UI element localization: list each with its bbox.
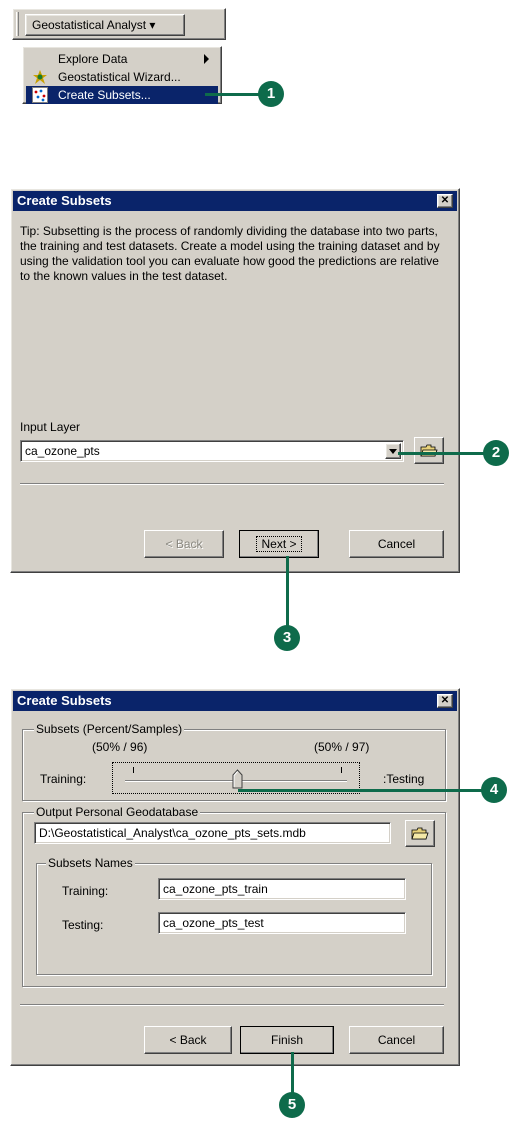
dialog-titlebar[interactable]: Create Subsets [13, 691, 457, 711]
slider-tick-left [133, 767, 134, 773]
open-folder-icon [411, 827, 429, 840]
callout-line [286, 556, 289, 628]
chevron-down-icon [389, 449, 397, 454]
slider-training-label: Training: [40, 772, 87, 786]
input-layer-combobox[interactable]: ca_ozone_pts [20, 440, 404, 462]
menu-item-label: Geostatistical Wizard... [58, 70, 181, 84]
callout-line [238, 789, 484, 792]
close-button[interactable]: ✕ [437, 694, 453, 708]
testing-percent: (50% / 97) [314, 740, 370, 754]
callout-line [291, 1052, 294, 1096]
finish-button[interactable]: Finish [240, 1026, 334, 1054]
callout-3: 3 [274, 625, 300, 651]
open-folder-icon [420, 444, 438, 457]
callout-5: 5 [279, 1092, 305, 1118]
back-button[interactable]: < Back [144, 1026, 232, 1054]
callout-line [205, 93, 260, 96]
submenu-arrow-icon [204, 54, 209, 64]
create-subsets-icon [32, 87, 48, 103]
callout-2: 2 [483, 440, 509, 466]
dialog-title: Create Subsets [17, 693, 112, 708]
next-button[interactable]: Next > [239, 530, 319, 558]
callout-line [398, 452, 486, 455]
combobox-dropdown-button[interactable] [385, 443, 401, 459]
menu-item-create-subsets[interactable]: Create Subsets... [26, 86, 218, 104]
test-name-value: ca_ozone_pts_test [163, 916, 264, 930]
back-button-label: < Back [165, 537, 203, 551]
divider [20, 1004, 444, 1006]
browse-folder-button[interactable] [414, 437, 444, 464]
close-button[interactable]: ✕ [437, 194, 453, 208]
cancel-button[interactable]: Cancel [349, 530, 444, 558]
output-path-field[interactable]: D:\Geostatistical_Analyst\ca_ozone_pts_s… [34, 822, 391, 844]
input-layer-label: Input Layer [20, 420, 81, 434]
geostatistical-analyst-menu[interactable]: Geostatistical Analyst ▾ [25, 14, 185, 36]
menu-item-geostatistical-wizard[interactable]: Geostatistical Wizard... [26, 68, 218, 86]
train-name-field[interactable]: ca_ozone_pts_train [158, 878, 406, 900]
menu-item-label: Explore Data [58, 52, 128, 66]
output-path-value: D:\Geostatistical_Analyst\ca_ozone_pts_s… [39, 826, 306, 840]
cancel-button-label: Cancel [377, 1033, 416, 1047]
train-name-value: ca_ozone_pts_train [163, 882, 268, 896]
browse-output-button[interactable] [405, 820, 435, 847]
close-icon: ✕ [440, 695, 450, 706]
cancel-button[interactable]: Cancel [349, 1026, 444, 1054]
divider [20, 483, 444, 485]
test-name-field[interactable]: ca_ozone_pts_test [158, 912, 406, 934]
dialog-title: Create Subsets [17, 193, 112, 208]
train-name-label: Training: [62, 884, 109, 898]
subsets-group-label: Subsets (Percent/Samples) [34, 722, 185, 736]
subsets-names-label: Subsets Names [46, 856, 135, 870]
wizard-icon [33, 70, 47, 84]
geostatistical-analyst-menu-label: Geostatistical Analyst ▾ [32, 18, 156, 32]
slider-thumb[interactable] [232, 769, 243, 789]
toolbar-grip[interactable] [16, 12, 19, 36]
slider-thumb-shape [232, 769, 242, 789]
menu-item-explore-data[interactable]: Explore Data [26, 50, 218, 68]
callout-1: 1 [258, 81, 284, 107]
input-layer-value: ca_ozone_pts [25, 444, 100, 458]
callout-4: 4 [481, 777, 507, 803]
output-group-label: Output Personal Geodatabase [34, 805, 201, 819]
cancel-button-label: Cancel [377, 537, 416, 551]
dialog-titlebar[interactable]: Create Subsets [13, 191, 457, 211]
slider-tick-right [341, 767, 342, 773]
next-button-label: Next > [256, 536, 302, 552]
close-icon: ✕ [440, 195, 450, 206]
menu-item-label: Create Subsets... [58, 88, 151, 102]
back-button[interactable]: < Back [144, 530, 224, 558]
finish-button-label: Finish [270, 1033, 303, 1047]
tip-text: Tip: Subsetting is the process of random… [20, 224, 440, 283]
test-name-label: Testing: [62, 918, 104, 932]
back-button-label: < Back [169, 1033, 207, 1047]
training-percent: (50% / 96) [92, 740, 148, 754]
slider-testing-label: :Testing [383, 772, 425, 786]
